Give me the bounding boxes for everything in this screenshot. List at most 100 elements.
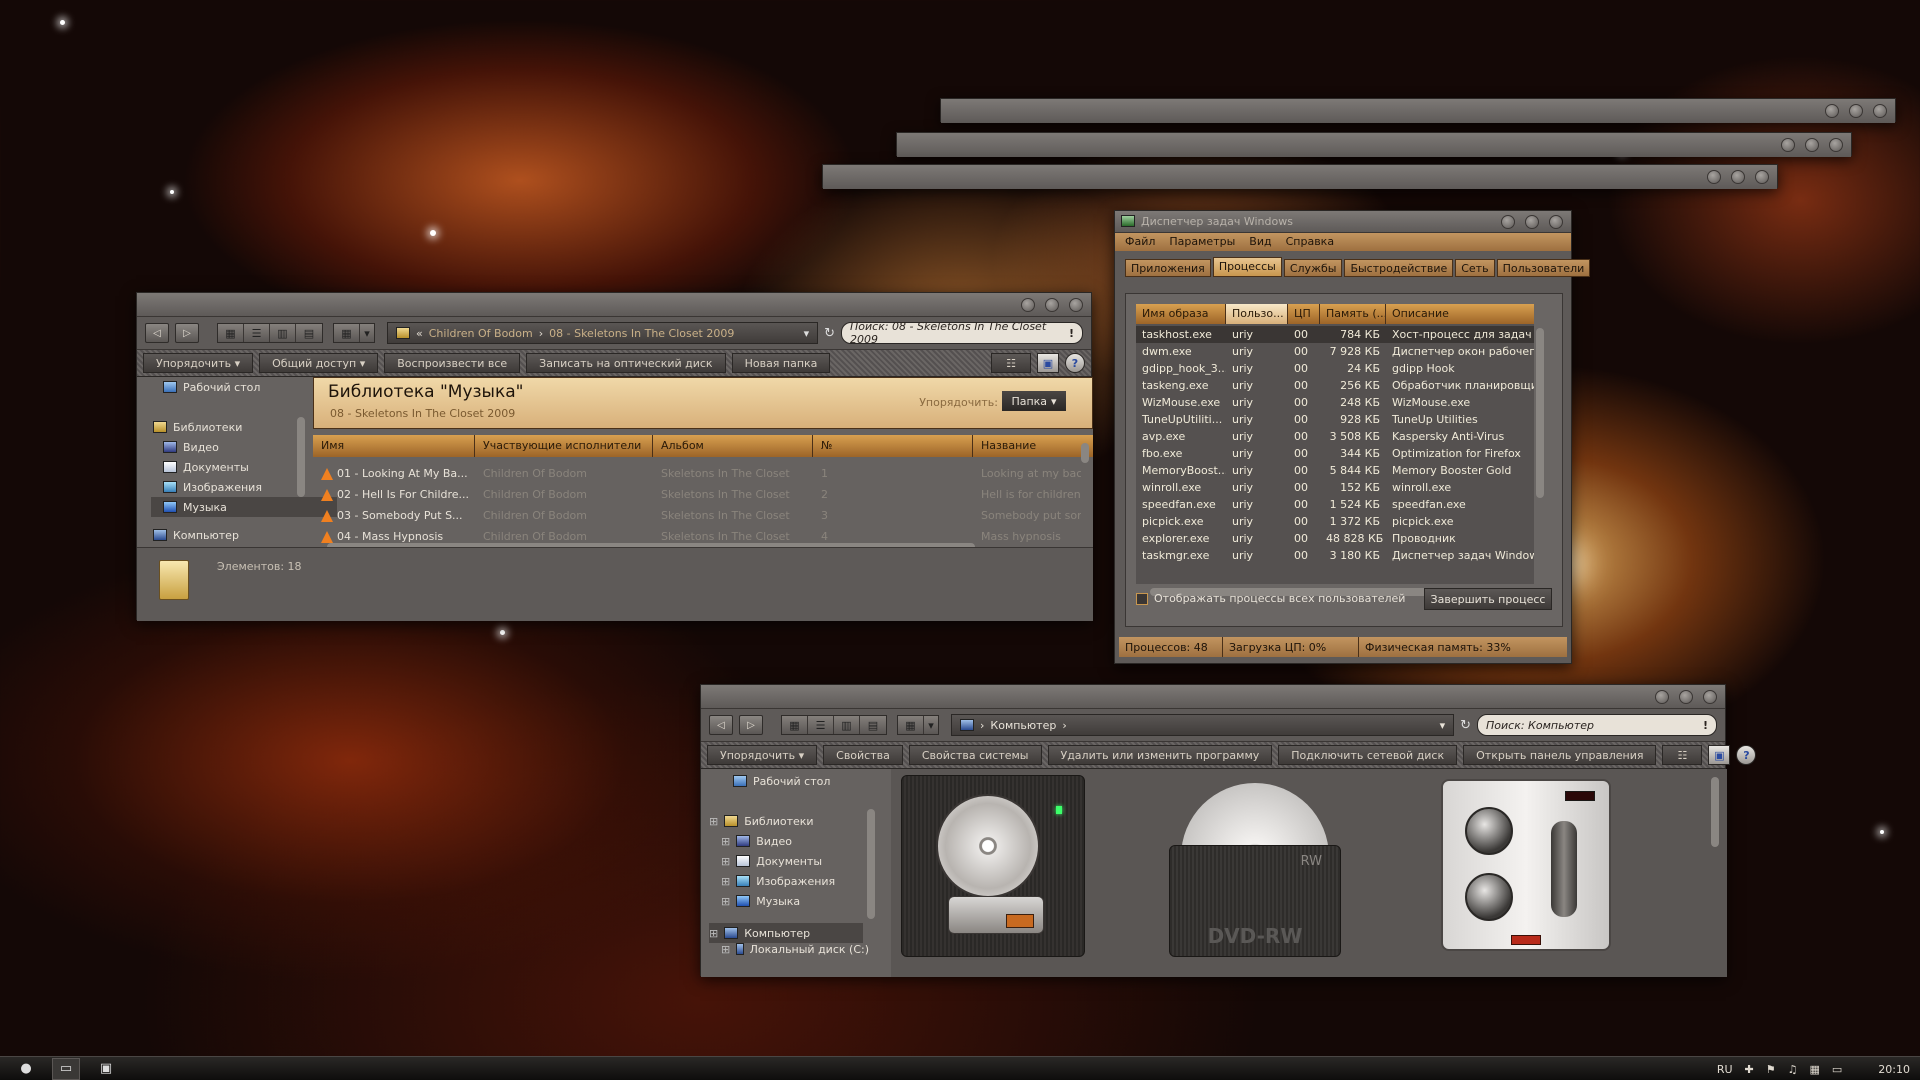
ghost-window-3[interactable]	[822, 164, 1778, 189]
breadcrumb-item[interactable]: Children Of Bodom	[429, 327, 533, 340]
menu-file[interactable]: Файл	[1125, 235, 1155, 249]
new-folder-button[interactable]: Новая папка	[731, 353, 831, 373]
tab-network[interactable]: Сеть	[1455, 259, 1495, 277]
breadcrumb-item[interactable]: Компьютер	[990, 719, 1056, 732]
preview-pane-icon[interactable]: ▣	[1708, 745, 1731, 765]
maximize-icon[interactable]	[1805, 138, 1819, 152]
tree-item-music[interactable]: Музыка	[151, 497, 337, 517]
minimize-icon[interactable]	[1021, 298, 1035, 312]
tab-services[interactable]: Службы	[1283, 259, 1343, 277]
address-bar[interactable]: › Компьютер › ▾	[951, 714, 1455, 736]
properties-button[interactable]: Свойства	[823, 745, 903, 765]
maximize-icon[interactable]	[1849, 104, 1863, 118]
process-row[interactable]: gdipp_hook_3... uriy 00 24 КБ gdipp Hook	[1136, 360, 1534, 377]
process-row[interactable]: speedfan.exe uriy 00 1 524 КБ speedfan.exe	[1136, 496, 1534, 513]
refresh-icon[interactable]: ↻	[1460, 718, 1471, 733]
maximize-icon[interactable]	[1525, 215, 1539, 229]
minimize-icon[interactable]	[1501, 215, 1515, 229]
process-vscroll[interactable]	[1536, 328, 1544, 498]
close-icon[interactable]	[1873, 104, 1887, 118]
help-icon[interactable]: ?	[1736, 745, 1757, 765]
col-memory[interactable]: Память (...	[1320, 304, 1386, 324]
search-icon[interactable]: !	[1069, 327, 1074, 340]
flag-icon[interactable]: ⚑	[1766, 1063, 1776, 1076]
start-button[interactable]: ●	[12, 1058, 40, 1080]
action-center-icon[interactable]: ▭	[1832, 1063, 1842, 1076]
col-image-name[interactable]: Имя образа	[1136, 304, 1226, 324]
expand-icon[interactable]: ⊞	[721, 835, 730, 848]
uninstall-program-button[interactable]: Удалить или изменить программу	[1047, 745, 1273, 765]
drives-scrollbar[interactable]	[1711, 777, 1719, 847]
organize-button[interactable]: Упорядочить ▾	[707, 745, 818, 765]
col-album[interactable]: Альбом	[653, 435, 813, 457]
track-row[interactable]: 03 - Somebody Put S... Children Of Bodom S…	[313, 505, 1093, 526]
back-button[interactable]: ◁	[709, 715, 733, 735]
col-artist[interactable]: Участвующие исполнители	[475, 435, 653, 457]
track-row[interactable]: 01 - Looking At My Ba... Children Of Bodo…	[313, 463, 1093, 484]
forward-button[interactable]: ▷	[739, 715, 763, 735]
minimize-icon[interactable]	[1781, 138, 1795, 152]
search-input[interactable]: Поиск: 08 - Skeletons In The Closet 2009…	[841, 320, 1083, 346]
expand-icon[interactable]: ⊞	[709, 927, 718, 940]
taskbar-taskmgr-button[interactable]: ▣	[92, 1058, 120, 1080]
tree-item-local-disk[interactable]: ⊞ Локальный диск (C:)	[709, 943, 869, 955]
process-row[interactable]: avp.exe uriy 00 3 508 КБ Kaspersky Anti-Viru…	[1136, 428, 1534, 445]
organize-button[interactable]: Упорядочить ▾	[143, 353, 254, 373]
tree-scrollbar[interactable]	[867, 809, 875, 919]
search-input[interactable]: Поиск: Компьютер !	[1477, 714, 1717, 736]
process-row[interactable]: winroll.exe uriy 00 152 КБ winroll.exe	[1136, 479, 1534, 496]
details-icon[interactable]: ▤	[296, 324, 322, 342]
system-properties-button[interactable]: Свойства системы	[908, 745, 1042, 765]
close-icon[interactable]	[1703, 690, 1717, 704]
share-button[interactable]: Общий доступ ▾	[259, 353, 379, 373]
minimize-icon[interactable]	[1825, 104, 1839, 118]
large-icons-icon[interactable]: ▦	[218, 324, 244, 342]
process-row[interactable]: WizMouse.exe uriy 00 248 КБ WizMouse.exe	[1136, 394, 1534, 411]
address-bar[interactable]: « Children Of Bodom › 08 - Skeletons In …	[387, 322, 819, 344]
play-all-button[interactable]: Воспроизвести все	[384, 353, 521, 373]
view-dropdown[interactable]: ▦ ▾	[897, 715, 939, 735]
col-cpu[interactable]: ЦП	[1288, 304, 1320, 324]
preview-pane-icon[interactable]: ▣	[1037, 353, 1059, 373]
col-user[interactable]: Пользо...	[1226, 304, 1288, 324]
end-process-button[interactable]: Завершить процесс	[1424, 588, 1552, 610]
search-icon[interactable]: !	[1703, 719, 1708, 732]
tree-item-computer[interactable]: Компьютер	[151, 529, 317, 541]
menu-options[interactable]: Параметры	[1169, 235, 1235, 249]
breadcrumb-item[interactable]: 08 - Skeletons In The Closet 2009	[549, 327, 734, 340]
ghost-window-1[interactable]	[940, 98, 1896, 123]
open-control-panel-button[interactable]: Открыть панель управления	[1463, 745, 1657, 765]
expand-icon[interactable]: ⊞	[721, 875, 730, 888]
tree-item-documents[interactable]: ⊞ Документы	[709, 851, 869, 871]
tab-applications[interactable]: Приложения	[1125, 259, 1211, 277]
minimize-icon[interactable]	[1655, 690, 1669, 704]
control-panel-device[interactable]	[1441, 779, 1611, 951]
maximize-icon[interactable]	[1731, 170, 1745, 184]
back-button[interactable]: ◁	[145, 323, 169, 343]
col-description[interactable]: Описание	[1386, 304, 1534, 324]
forward-button[interactable]: ▷	[175, 323, 199, 343]
view-options-button[interactable]: ☷	[991, 353, 1031, 373]
map-network-drive-button[interactable]: Подключить сетевой диск	[1278, 745, 1458, 765]
columns-icon[interactable]: ▥	[834, 716, 860, 734]
tab-processes[interactable]: Процессы	[1212, 257, 1282, 277]
col-number[interactable]: №	[813, 435, 973, 457]
clock[interactable]: 20:10	[1878, 1063, 1910, 1076]
process-row[interactable]: explorer.exe uriy 00 48 828 КБ Проводник	[1136, 530, 1534, 547]
network-icon[interactable]: ▦	[1809, 1063, 1819, 1076]
title-bar[interactable]	[701, 685, 1725, 709]
chevron-down-icon[interactable]: ▾	[1440, 719, 1446, 732]
refresh-icon[interactable]: ↻	[824, 326, 835, 341]
tree-item-images[interactable]: ⊞ Изображения	[709, 871, 869, 891]
large-icons-icon[interactable]: ▦	[782, 716, 808, 734]
maximize-icon[interactable]	[1045, 298, 1059, 312]
process-row[interactable]: MemoryBoost... uriy 00 5 844 КБ Memory Boost…	[1136, 462, 1534, 479]
view-dropdown[interactable]: ▦ ▾	[333, 323, 375, 343]
process-row[interactable]: taskhost.exe uriy 00 784 КБ Хост-процесс для…	[1136, 326, 1534, 343]
title-bar[interactable]	[137, 293, 1091, 317]
dvd-drive[interactable]: RW DVD-RW	[1169, 779, 1341, 957]
hard-disk-drive[interactable]	[901, 775, 1085, 957]
tree-item-documents[interactable]: Документы	[151, 457, 317, 477]
tree-item-libraries[interactable]: Библиотеки	[151, 417, 317, 437]
vertical-scrollbar[interactable]	[1081, 443, 1089, 463]
